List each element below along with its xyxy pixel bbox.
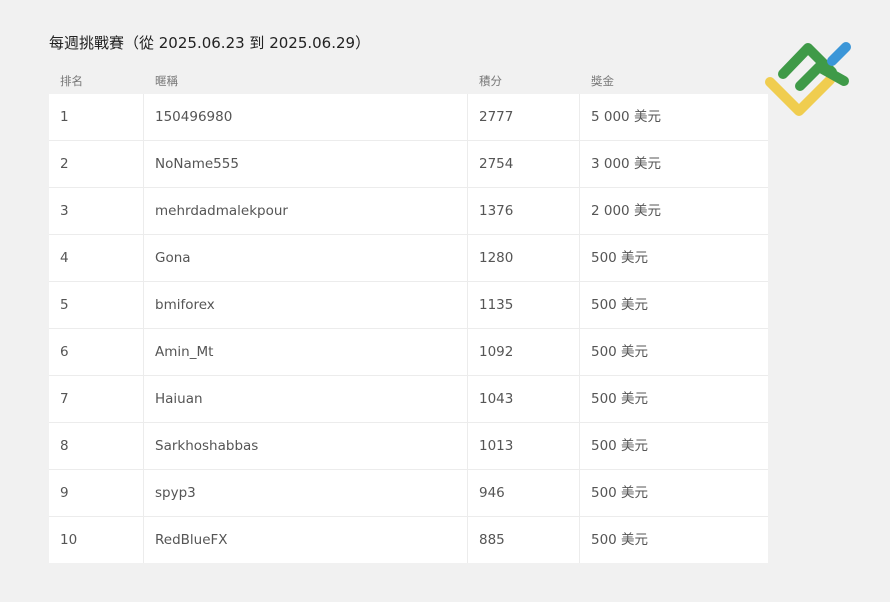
table-row: 10 RedBlueFX 885 500 美元 bbox=[49, 517, 768, 563]
points-cell: 946 bbox=[479, 485, 505, 501]
prize-cell: 500 美元 bbox=[591, 250, 649, 266]
nickname-cell: RedBlueFX bbox=[155, 532, 228, 548]
header-prize: 獎金 bbox=[591, 74, 614, 88]
rank-cell: 6 bbox=[60, 344, 69, 360]
prize-cell: 500 美元 bbox=[591, 438, 649, 454]
table-row: 7 Haiuan 1043 500 美元 bbox=[49, 376, 768, 423]
points-cell: 1043 bbox=[479, 391, 514, 407]
nickname-cell: 150496980 bbox=[155, 109, 233, 125]
points-cell: 1013 bbox=[479, 438, 514, 454]
header-points: 積分 bbox=[479, 74, 502, 88]
prize-cell: 3 000 美元 bbox=[591, 156, 661, 172]
nickname-cell: mehrdadmalekpour bbox=[155, 203, 288, 219]
table-row: 6 Amin_Mt 1092 500 美元 bbox=[49, 329, 768, 376]
rank-cell: 10 bbox=[60, 532, 78, 548]
prize-cell: 5 000 美元 bbox=[591, 109, 661, 125]
table-header: 排名 暱稱 積分 獎金 bbox=[49, 73, 768, 91]
prize-cell: 500 美元 bbox=[591, 297, 649, 313]
rank-cell: 5 bbox=[60, 297, 69, 313]
page-title: 每週挑戰賽（從 2025.06.23 到 2025.06.29） bbox=[49, 34, 371, 52]
lf-logo-icon bbox=[765, 42, 851, 116]
rank-cell: 9 bbox=[60, 485, 69, 501]
header-nickname: 暱稱 bbox=[155, 74, 178, 88]
table-row: 2 NoName555 2754 3 000 美元 bbox=[49, 141, 768, 188]
points-cell: 885 bbox=[479, 532, 505, 548]
nickname-cell: bmiforex bbox=[155, 297, 215, 313]
prize-cell: 2 000 美元 bbox=[591, 203, 661, 219]
rank-cell: 7 bbox=[60, 391, 69, 407]
points-cell: 1280 bbox=[479, 250, 514, 266]
leaderboard-table: 1 150496980 2777 5 000 美元 2 NoName555 27… bbox=[49, 94, 768, 563]
nickname-cell: Sarkhoshabbas bbox=[155, 438, 259, 454]
prize-cell: 500 美元 bbox=[591, 344, 649, 360]
rank-cell: 8 bbox=[60, 438, 69, 454]
nickname-cell: NoName555 bbox=[155, 156, 239, 172]
rank-cell: 2 bbox=[60, 156, 69, 172]
prize-cell: 500 美元 bbox=[591, 532, 649, 548]
rank-cell: 4 bbox=[60, 250, 69, 266]
table-row: 4 Gona 1280 500 美元 bbox=[49, 235, 768, 282]
table-row: 3 mehrdadmalekpour 1376 2 000 美元 bbox=[49, 188, 768, 235]
header-rank: 排名 bbox=[60, 74, 83, 88]
points-cell: 1376 bbox=[479, 203, 514, 219]
table-row: 9 spyp3 946 500 美元 bbox=[49, 470, 768, 517]
prize-cell: 500 美元 bbox=[591, 391, 649, 407]
rank-cell: 3 bbox=[60, 203, 69, 219]
points-cell: 1135 bbox=[479, 297, 514, 313]
table-row: 5 bmiforex 1135 500 美元 bbox=[49, 282, 768, 329]
points-cell: 1092 bbox=[479, 344, 514, 360]
nickname-cell: Haiuan bbox=[155, 391, 203, 407]
nickname-cell: Amin_Mt bbox=[155, 344, 214, 360]
points-cell: 2777 bbox=[479, 109, 514, 125]
table-row: 8 Sarkhoshabbas 1013 500 美元 bbox=[49, 423, 768, 470]
nickname-cell: spyp3 bbox=[155, 485, 196, 501]
table-row: 1 150496980 2777 5 000 美元 bbox=[49, 94, 768, 141]
points-cell: 2754 bbox=[479, 156, 514, 172]
prize-cell: 500 美元 bbox=[591, 485, 649, 501]
nickname-cell: Gona bbox=[155, 250, 191, 266]
rank-cell: 1 bbox=[60, 109, 69, 125]
